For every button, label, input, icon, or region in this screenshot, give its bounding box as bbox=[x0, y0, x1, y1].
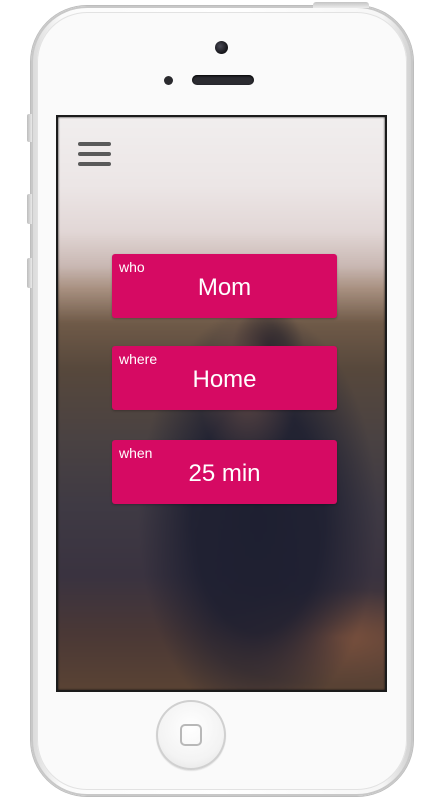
when-value: 25 min bbox=[188, 460, 261, 487]
home-square-icon bbox=[180, 724, 202, 746]
proximity-sensor bbox=[164, 76, 173, 85]
who-value: Mom bbox=[197, 274, 252, 301]
hamburger-line bbox=[78, 152, 111, 156]
where-card[interactable]: where Home bbox=[112, 346, 337, 410]
mute-switch bbox=[27, 114, 32, 142]
volume-down-button bbox=[27, 258, 32, 288]
hamburger-line bbox=[78, 162, 111, 166]
app-screen: who Mom where Home when 25 min bbox=[58, 117, 385, 690]
home-button[interactable] bbox=[156, 700, 226, 770]
where-value: Home bbox=[192, 366, 257, 393]
hamburger-line bbox=[78, 142, 111, 146]
when-card[interactable]: when 25 min bbox=[112, 440, 337, 504]
who-card[interactable]: who Mom bbox=[112, 254, 337, 318]
who-label: who bbox=[119, 259, 145, 275]
volume-up-button bbox=[27, 194, 32, 224]
earpiece-speaker bbox=[192, 75, 254, 85]
power-button bbox=[313, 2, 369, 8]
hamburger-icon[interactable] bbox=[78, 142, 112, 168]
where-label: where bbox=[119, 351, 158, 367]
front-camera bbox=[215, 41, 228, 54]
when-label: when bbox=[119, 445, 153, 461]
